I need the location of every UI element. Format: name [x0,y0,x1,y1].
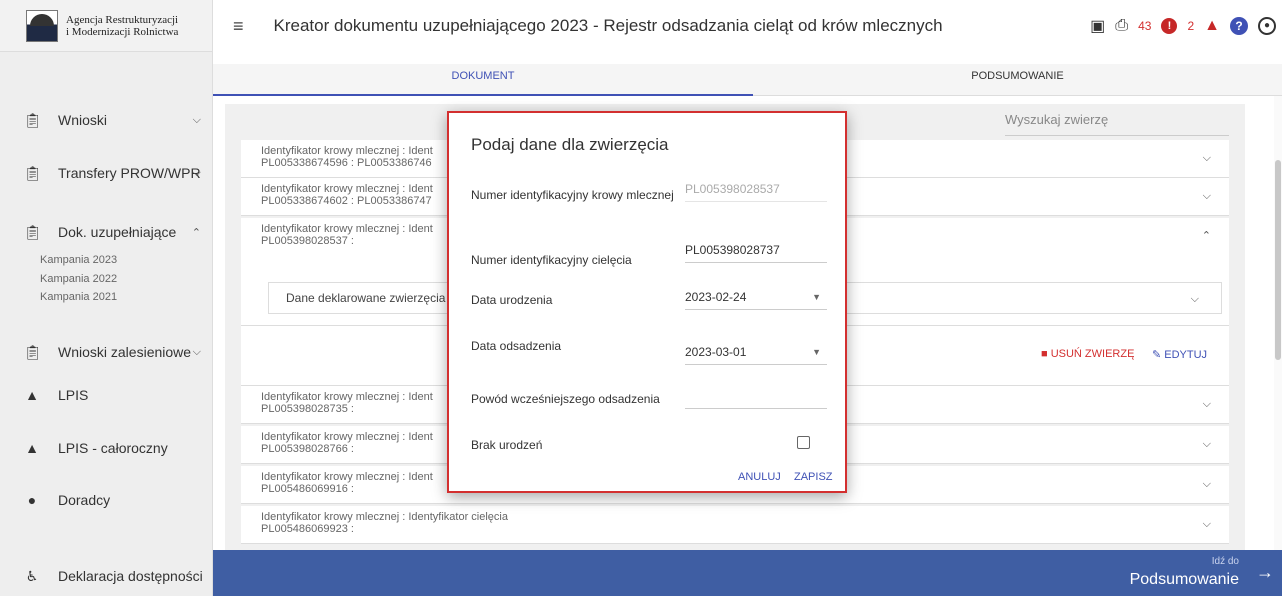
dropdown-arrow-icon[interactable]: ▼ [812,288,821,306]
next-step-label: Podsumowanie [1129,571,1239,588]
arrow-right-icon[interactable]: → [1256,562,1274,583]
page-title: Kreator dokumentu uzupełniającego 2023 -… [273,16,943,35]
user-icon[interactable]: ● [1258,17,1276,35]
print-icon[interactable]: ⎙ [1115,17,1128,35]
next-step-hint: Idź do [1211,556,1239,567]
accessibility-icon: ♿︎ [25,567,39,584]
scrollbar[interactable] [1274,96,1282,550]
clipboard-icon: 📋︎ [24,111,42,128]
notifications-count: 2 [1187,19,1195,33]
chevron-down-icon[interactable]: ⌵ [1203,190,1211,202]
sidebar-item-label: Transfery PROW/WPR [58,165,201,181]
declared-data-label: Dane deklarowane zwierzęcia [286,291,446,305]
clipboard-icon: 📋︎ [24,164,42,181]
weaning-date-value: 2023-03-01 [685,345,747,359]
scrollbar-thumb[interactable] [1275,160,1281,360]
toolbar: ▣ ⎙ 43 ! 2 ▲ ? ● [1090,0,1276,52]
bell-icon[interactable]: ▲ [1204,17,1220,35]
chevron-down-icon: ⌵ [192,113,201,126]
birth-date-label: Data urodzenia [471,293,553,307]
early-weaning-reason-label: Powód wcześniejszego odsadzenia [471,392,660,406]
delete-label: USUŃ ZWIERZĘ [1050,348,1135,360]
clipboard-icon: 📋︎ [24,343,42,360]
birth-date-field[interactable]: 2023-02-24 ▼ [685,288,827,310]
chevron-down-icon[interactable]: ⌵ [1203,438,1211,450]
calf-id-label: Numer identyfikacyjny cielęcia [471,253,632,267]
sidebar-subitem-kampania-2021[interactable]: Kampania 2021 [40,291,117,303]
sidebar-item-doradcy[interactable]: ● Doradcy [0,486,213,514]
no-births-label: Brak urodzeń [471,438,543,452]
error-icon[interactable]: ! [1161,18,1178,34]
sidebar-item-wnioski[interactable]: 📋︎ Wnioski ⌵ [0,106,213,134]
chevron-down-icon[interactable]: ⌵ [1203,478,1211,490]
delete-animal-button[interactable]: ■ USUŃ ZWIERZĘ [1041,348,1134,360]
top-bar: ≡ Kreator dokumentu uzupełniającego 2023… [213,0,1282,52]
sidebar-item-lpis[interactable]: ▲ LPIS [0,381,213,409]
tabs: DOKUMENT PODSUMOWANIE [213,64,1282,96]
chevron-down-icon[interactable]: ⌵ [1203,152,1211,164]
list-item[interactable]: Identyfikator krowy mlecznej : Identyfik… [241,506,1229,544]
early-weaning-reason-field[interactable] [685,387,827,409]
dialog-title: Podaj dane dla zwierzęcia [471,135,669,154]
sidebar-item-label: Deklaracja dostępności [58,568,203,584]
next-step-bar[interactable]: Idź do Podsumowanie → [213,550,1282,596]
person-icon: ● [27,492,37,508]
sidebar-item-wnioski-zalesieniowe[interactable]: 📋︎ Wnioski zalesieniowe ⌵ [0,338,213,366]
chevron-down-icon[interactable]: ⌵ [1191,293,1199,306]
chevron-up-icon[interactable]: ⌃ [1202,230,1211,242]
sidebar-item-label: LPIS - całoroczny [58,440,168,456]
sidebar-item-transfery[interactable]: 📋︎ Transfery PROW/WPR ⌵ [0,159,213,187]
birth-date-value: 2023-02-24 [685,290,747,304]
menu-icon[interactable]: ≡ [233,16,244,37]
search-input[interactable]: Wyszukaj zwierzę [1005,112,1229,136]
sidebar-item-lpis-caloroczny[interactable]: ▲ LPIS - całoroczny [0,434,213,462]
sidebar-item-dok-uzupelniajace[interactable]: 📋︎ Dok. uzupełniające ⌃ [0,218,213,246]
sidebar-item-deklaracja-dostepnosci[interactable]: ♿︎ Deklaracja dostępności [0,562,213,590]
weaning-date-label: Data odsadzenia [471,339,562,353]
cow-id-field: PL005398028537 [685,180,827,202]
tab-dokument[interactable]: DOKUMENT [213,64,753,96]
logo-line-2: i Modernizacji Rolnictwa [66,25,179,38]
edit-button[interactable]: ✎ EDYTUJ [1152,348,1207,361]
save-icon[interactable]: ▣ [1090,16,1105,36]
clipboard-icon: 📋︎ [24,223,42,240]
sidebar-item-label: Wnioski [58,112,108,128]
calf-id-field[interactable]: PL005398028737 [685,241,827,263]
sidebar-subitem-kampania-2022[interactable]: Kampania 2022 [40,273,117,285]
weaning-date-field[interactable]: 2023-03-01 ▼ [685,343,827,365]
sidebar-item-label: Wnioski zalesieniowe [58,344,192,360]
no-births-checkbox[interactable] [797,436,810,449]
chevron-up-icon: ⌃ [191,226,201,239]
sidebar-item-label: LPIS [58,387,89,403]
row-value: PL005486069923 : [261,523,354,535]
chevron-down-icon: ⌵ [192,345,201,358]
cow-id-label: Numer identyfikacyjny krowy mlecznej [471,188,674,202]
chevron-down-icon: ⌵ [192,166,201,179]
row-label: Identyfikator krowy mlecznej : Identyfik… [261,511,508,523]
arimr-logo-icon [26,9,58,42]
edit-label: EDYTUJ [1164,349,1208,361]
cancel-button[interactable]: ANULUJ [738,471,781,483]
mountain-icon: ▲ [25,387,39,403]
chevron-down-icon[interactable]: ⌵ [1203,398,1211,410]
sidebar-subitem-kampania-2023[interactable]: Kampania 2023 [40,254,117,266]
help-icon[interactable]: ? [1230,17,1248,35]
tab-podsumowanie[interactable]: PODSUMOWANIE [753,64,1282,96]
chevron-down-icon[interactable]: ⌵ [1203,518,1211,530]
animal-data-dialog: Podaj dane dla zwierzęcia Numer identyfi… [447,111,847,493]
sidebar-item-label: Doradcy [58,492,111,508]
sidebar: Agencja Restrukturyzacji i Modernizacji … [0,0,213,596]
dropdown-arrow-icon[interactable]: ▼ [812,343,821,361]
logo-line-1: Agencja Restrukturyzacji [66,13,179,26]
save-button[interactable]: ZAPISZ [794,471,833,483]
logo[interactable]: Agencja Restrukturyzacji i Modernizacji … [0,0,212,52]
sidebar-item-label: Dok. uzupełniające [58,224,177,240]
warnings-count: 43 [1138,19,1152,33]
mountain-icon: ▲ [25,440,39,456]
